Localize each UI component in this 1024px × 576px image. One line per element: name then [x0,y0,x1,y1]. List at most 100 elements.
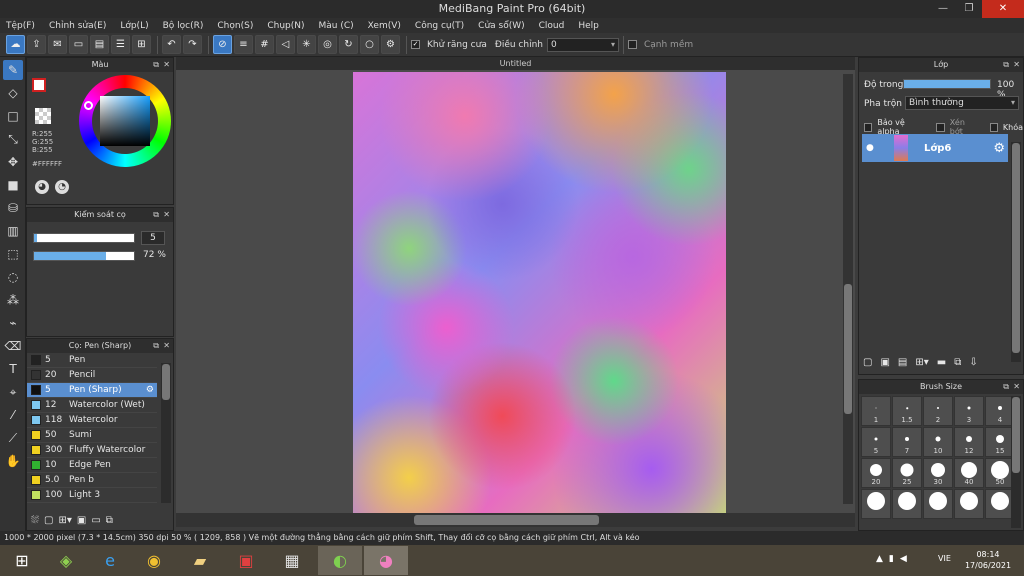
add-brush-icon[interactable]: ⊞▾ [58,515,71,526]
add-layer-menu-icon[interactable]: ⊞▾ [915,357,928,368]
snap-off-icon[interactable]: ⊘ [213,35,232,54]
brush-size-cell[interactable]: 1 [861,396,891,426]
file-explorer-icon[interactable]: ▰ [178,546,222,575]
primary-color-swatch[interactable] [32,78,46,92]
undo-icon[interactable]: ↶ [162,35,181,54]
brush-cloud-icon[interactable]: ⛆ [31,515,39,526]
brush-size-cell[interactable]: 40 [954,458,984,488]
clock[interactable]: 08:14 17/06/2021 [960,549,1016,571]
radial-snap-icon[interactable]: ✳ [297,35,316,54]
brush-size-cell[interactable] [892,489,922,519]
duplicate-icon[interactable]: ⧉ [106,515,113,526]
brush-item[interactable]: 118 Watercolor [27,413,157,428]
move-tool-icon[interactable]: ✥ [3,152,23,172]
layer-settings-icon[interactable]: ⚙ [993,141,1005,156]
concentric-snap-icon[interactable]: ◎ [318,35,337,54]
close-panel-icon[interactable]: ✕ [163,208,170,222]
brush-item[interactable]: 100 Light 3 [27,488,157,503]
menu-color[interactable]: Màu (C) [319,21,354,31]
magic-wand-icon[interactable]: ⁂ [3,290,23,310]
powerpoint-icon[interactable]: ▣ [224,546,268,575]
bucket-tool-icon[interactable]: ⛁ [3,198,23,218]
page-list-icon[interactable]: ☰ [111,35,130,54]
brush-item[interactable]: 5.0 Pen b [27,473,157,488]
menu-help[interactable]: Help [578,21,599,31]
cross-snap-icon[interactable]: # [255,35,274,54]
brush-size-slider[interactable] [33,233,135,243]
brush-item[interactable]: 20 Pencil [27,368,157,383]
pipette-icon[interactable]: ⟋ [3,428,23,448]
bluestacks-icon[interactable]: ◈ [44,546,88,575]
brush-size-value[interactable]: 5 [141,231,165,245]
grid-icon[interactable]: ⊞ [132,35,151,54]
undock-icon[interactable]: ⧉ [1003,58,1009,72]
settings-icon[interactable]: ⚙ [381,35,400,54]
app-grid-icon[interactable]: ▦ [270,546,314,575]
correction-select[interactable]: 0 [546,37,619,52]
brush-item[interactable]: 5 Pen [27,353,157,368]
brush-tool-icon[interactable]: ✎ [3,60,23,80]
brush-size-cell[interactable]: 30 [923,458,953,488]
menu-edit[interactable]: Chỉnh sửa(E) [49,21,106,31]
menu-view[interactable]: Xem(V) [368,21,401,31]
layer-folder-icon[interactable]: ▬ [937,357,946,368]
hue-marker[interactable] [84,101,93,110]
text-tool-icon[interactable]: T [3,359,23,379]
transparent-color-swatch[interactable] [35,108,51,124]
circle-snap-icon[interactable]: ○ [360,35,379,54]
volume-icon[interactable]: ◀ [900,554,907,564]
artwork-canvas[interactable] [353,72,726,513]
brush-item[interactable]: 300 Fluffy Watercolor [27,443,157,458]
close-panel-icon[interactable]: ✕ [163,58,170,72]
canvas-hscroll-thumb[interactable] [414,515,599,525]
canvas-area[interactable] [176,70,855,513]
select-pen-icon[interactable]: ⌁ [3,313,23,333]
undock-icon[interactable]: ⧉ [1003,380,1009,394]
canvas-vscroll-thumb[interactable] [844,284,852,414]
green-app-icon[interactable]: ◐ [318,546,362,575]
palette-icon[interactable]: ◕ [35,180,49,194]
lock-checkbox[interactable] [989,122,998,132]
close-panel-icon[interactable]: ✕ [1013,380,1020,394]
menu-select[interactable]: Chọn(S) [217,21,253,31]
document-tab[interactable]: Untitled [176,57,855,70]
layer-opacity-slider[interactable] [903,79,991,89]
brush-item[interactable]: 50 Sumi [27,428,157,443]
new-brush-icon[interactable]: ▢ [44,515,53,526]
brush-settings-gear-icon[interactable]: ⚙ [146,385,154,395]
brush-size-cell[interactable] [861,489,891,519]
saturation-square[interactable] [100,96,150,146]
menu-window[interactable]: Cửa sổ(W) [478,21,524,31]
fill-rect-icon[interactable]: ■ [3,175,23,195]
duplicate-layer-icon[interactable]: ⧉ [954,357,961,368]
cloud-icon[interactable]: ☁ [6,35,25,54]
menu-file[interactable]: Tệp(F) [6,21,35,31]
canvas-hscroll[interactable] [176,513,855,527]
close-panel-icon[interactable]: ✕ [1013,58,1020,72]
visibility-eye-icon[interactable]: ● [866,143,876,153]
lasso-tool-icon[interactable]: ◌ [3,267,23,287]
vanishing-snap-icon[interactable]: ◁ [276,35,295,54]
brush-settings-icon[interactable]: ▣ [77,515,86,526]
share-icon[interactable]: ⇪ [27,35,46,54]
brush-opacity-slider[interactable] [33,251,135,261]
select-eraser-icon[interactable]: ⌫ [3,336,23,356]
new-layer-icon[interactable]: ▢ [863,357,872,368]
medibang-taskbar-icon[interactable]: ◕ [364,546,408,575]
menu-capture[interactable]: Chụp(N) [267,21,304,31]
palette-add-icon[interactable]: ◔ [55,180,69,194]
hue-ring[interactable] [79,75,171,167]
brush-list-scrollbar[interactable] [162,364,170,400]
clipping-checkbox[interactable] [936,122,945,132]
undock-icon[interactable]: ⧉ [153,208,159,222]
layer-row[interactable]: ● Lớp6 ⚙ [862,134,1008,162]
undock-icon[interactable]: ⧉ [153,58,159,72]
brush-item[interactable]: 10 Edge Pen [27,458,157,473]
brush-size-cell[interactable]: 10 [923,427,953,457]
smooth-edge-checkbox[interactable] [627,40,637,49]
brush-item[interactable]: 5 Pen (Sharp) ⚙ [27,383,157,398]
brush-size-cell[interactable]: 20 [861,458,891,488]
page-icon[interactable]: ▤ [90,35,109,54]
divide-tool-icon[interactable]: ⌖ [3,382,23,402]
brush-size-cell[interactable]: 2 [923,396,953,426]
